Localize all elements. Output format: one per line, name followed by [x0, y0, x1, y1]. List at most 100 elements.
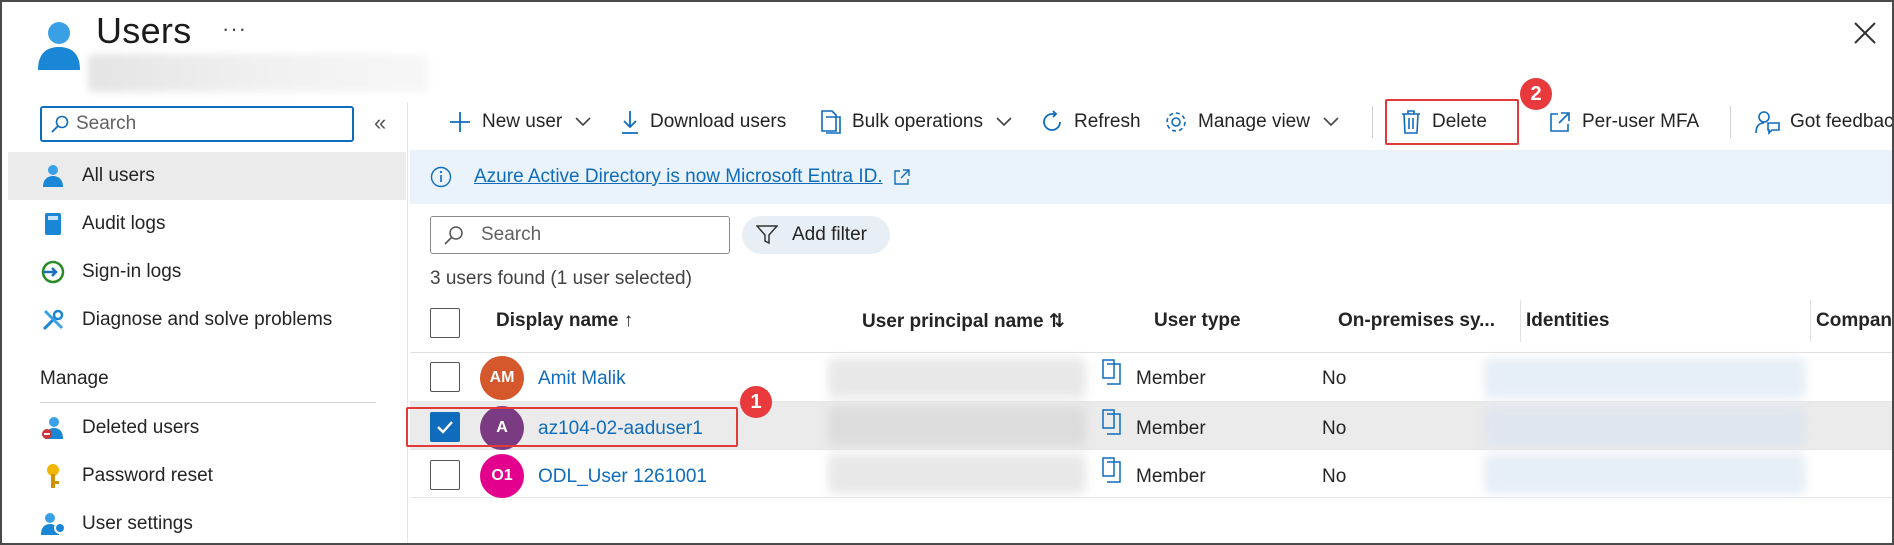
column-separator: [1810, 300, 1811, 342]
avatar: O1: [480, 454, 524, 498]
user-type-value: Member: [1136, 418, 1206, 439]
chevron-down-icon: [996, 117, 1012, 127]
column-user-principal-name[interactable]: User principal name ⇅: [862, 310, 1065, 333]
refresh-icon: [1043, 110, 1061, 131]
sidebar-item-user-settings[interactable]: User settings: [8, 500, 406, 543]
users-blade: Users ··· « All users Audit logs Sign-in…: [0, 0, 1894, 545]
plus-icon: [450, 112, 470, 132]
bulk-operations-button[interactable]: Bulk operations: [818, 106, 1013, 138]
user-type-value: Member: [1136, 368, 1206, 389]
bulk-operations-icon: [821, 110, 841, 134]
user-icon: [40, 163, 66, 189]
sidebar-item-label: Sign-in logs: [82, 261, 182, 282]
avatar: AM: [480, 356, 524, 400]
download-users-button[interactable]: Download users: [620, 106, 786, 138]
sidebar-item-label: Audit logs: [82, 213, 166, 234]
new-user-label: New user: [482, 111, 563, 132]
manage-view-label: Manage view: [1198, 111, 1310, 132]
entra-id-link[interactable]: Azure Active Directory is now Microsoft …: [474, 166, 883, 188]
sidebar-item-all-users[interactable]: All users: [8, 152, 406, 200]
user-name-link[interactable]: Amit Malik: [538, 368, 626, 390]
tenant-name-redacted: [88, 54, 428, 92]
filter-icon: [756, 225, 778, 245]
chevron-down-icon: [575, 117, 591, 127]
download-icon: [622, 111, 638, 134]
selected-row-highlight-box: [406, 407, 738, 447]
sidebar-separator: [407, 102, 408, 543]
download-users-label: Download users: [650, 111, 787, 132]
column-identities[interactable]: Identities: [1526, 310, 1609, 332]
user-name-link[interactable]: ODL_User 1261001: [538, 466, 707, 488]
header-divider: [410, 352, 1892, 353]
on-premises-value: No: [1322, 418, 1347, 439]
wrench-icon: [40, 307, 66, 333]
row-checkbox[interactable]: [430, 362, 460, 392]
column-display-name[interactable]: Display name ↑: [496, 310, 633, 332]
new-user-button[interactable]: New user: [448, 106, 592, 138]
sidebar-search-input[interactable]: [76, 113, 336, 135]
callout-badge-1: 1: [740, 386, 772, 418]
external-link-icon: [1550, 112, 1570, 132]
upn-redacted: [828, 454, 1086, 494]
add-filter-label: Add filter: [792, 224, 867, 245]
sidebar-item-audit-logs[interactable]: Audit logs: [8, 200, 406, 248]
feedback-button[interactable]: Got feedback?: [1754, 106, 1894, 138]
sidebar-search[interactable]: [40, 106, 354, 142]
delete-highlight-box: [1385, 99, 1519, 145]
toolbar-separator: [1372, 106, 1373, 138]
external-link-icon[interactable]: [893, 168, 911, 186]
chevron-down-icon: [1323, 117, 1339, 127]
search-icon: [444, 226, 463, 245]
sidebar-item-sign-in-logs[interactable]: Sign-in logs: [8, 248, 406, 296]
user-settings-icon: [40, 511, 66, 537]
sidebar-item-label: Password reset: [82, 465, 213, 486]
close-icon[interactable]: [1852, 20, 1878, 46]
column-company-name[interactable]: Company name: [1816, 310, 1892, 332]
collapse-sidebar-button[interactable]: «: [374, 110, 386, 136]
key-icon: [40, 463, 66, 489]
per-user-mfa-button[interactable]: Per-user MFA: [1548, 106, 1699, 138]
search-icon: [51, 115, 69, 133]
sidebar-item-diagnose[interactable]: Diagnose and solve problems: [8, 296, 406, 344]
row-checkbox[interactable]: [430, 460, 460, 490]
sidebar-item-label: All users: [82, 165, 155, 186]
select-all-checkbox[interactable]: [430, 308, 460, 338]
refresh-label: Refresh: [1074, 111, 1141, 132]
copy-icon[interactable]: [1100, 456, 1124, 484]
identities-redacted: [1484, 406, 1806, 446]
sidebar-item-label: Diagnose and solve problems: [82, 309, 333, 330]
on-premises-value: No: [1322, 466, 1347, 487]
deleted-user-icon: [40, 415, 66, 441]
sidebar-item-deleted-users[interactable]: Deleted users: [8, 404, 406, 452]
refresh-button[interactable]: Refresh: [1040, 106, 1141, 138]
sidebar-item-label: Deleted users: [82, 417, 200, 438]
column-user-type[interactable]: User type: [1154, 310, 1241, 332]
page-title: Users: [96, 10, 192, 51]
gear-icon: [1166, 112, 1186, 132]
add-filter-button[interactable]: Add filter: [742, 216, 890, 254]
sidebar-item-password-reset[interactable]: Password reset: [8, 452, 406, 500]
on-premises-value: No: [1322, 368, 1347, 389]
manage-view-button[interactable]: Manage view: [1164, 106, 1340, 138]
feedback-label: Got feedback?: [1790, 111, 1894, 132]
column-separator: [1520, 300, 1521, 342]
info-icon: [430, 166, 452, 188]
users-search[interactable]: [430, 216, 730, 254]
identities-redacted: [1484, 454, 1806, 494]
per-user-mfa-label: Per-user MFA: [1582, 111, 1700, 132]
copy-icon[interactable]: [1100, 358, 1124, 386]
more-options-button[interactable]: ···: [222, 16, 247, 42]
user-type-value: Member: [1136, 466, 1206, 487]
users-app-icon: [38, 22, 80, 70]
sidebar-section-manage: Manage: [40, 368, 109, 389]
column-on-premises-sync[interactable]: On-premises sy...: [1338, 310, 1495, 332]
sign-in-icon: [40, 259, 66, 285]
upn-redacted: [828, 358, 1086, 398]
upn-redacted: [828, 406, 1086, 446]
copy-icon[interactable]: [1100, 408, 1124, 436]
info-banner: Azure Active Directory is now Microsoft …: [410, 150, 1892, 204]
users-search-input[interactable]: [481, 224, 721, 246]
bulk-operations-label: Bulk operations: [852, 111, 983, 132]
identities-redacted: [1484, 358, 1806, 398]
results-count: 3 users found (1 user selected): [430, 268, 692, 289]
